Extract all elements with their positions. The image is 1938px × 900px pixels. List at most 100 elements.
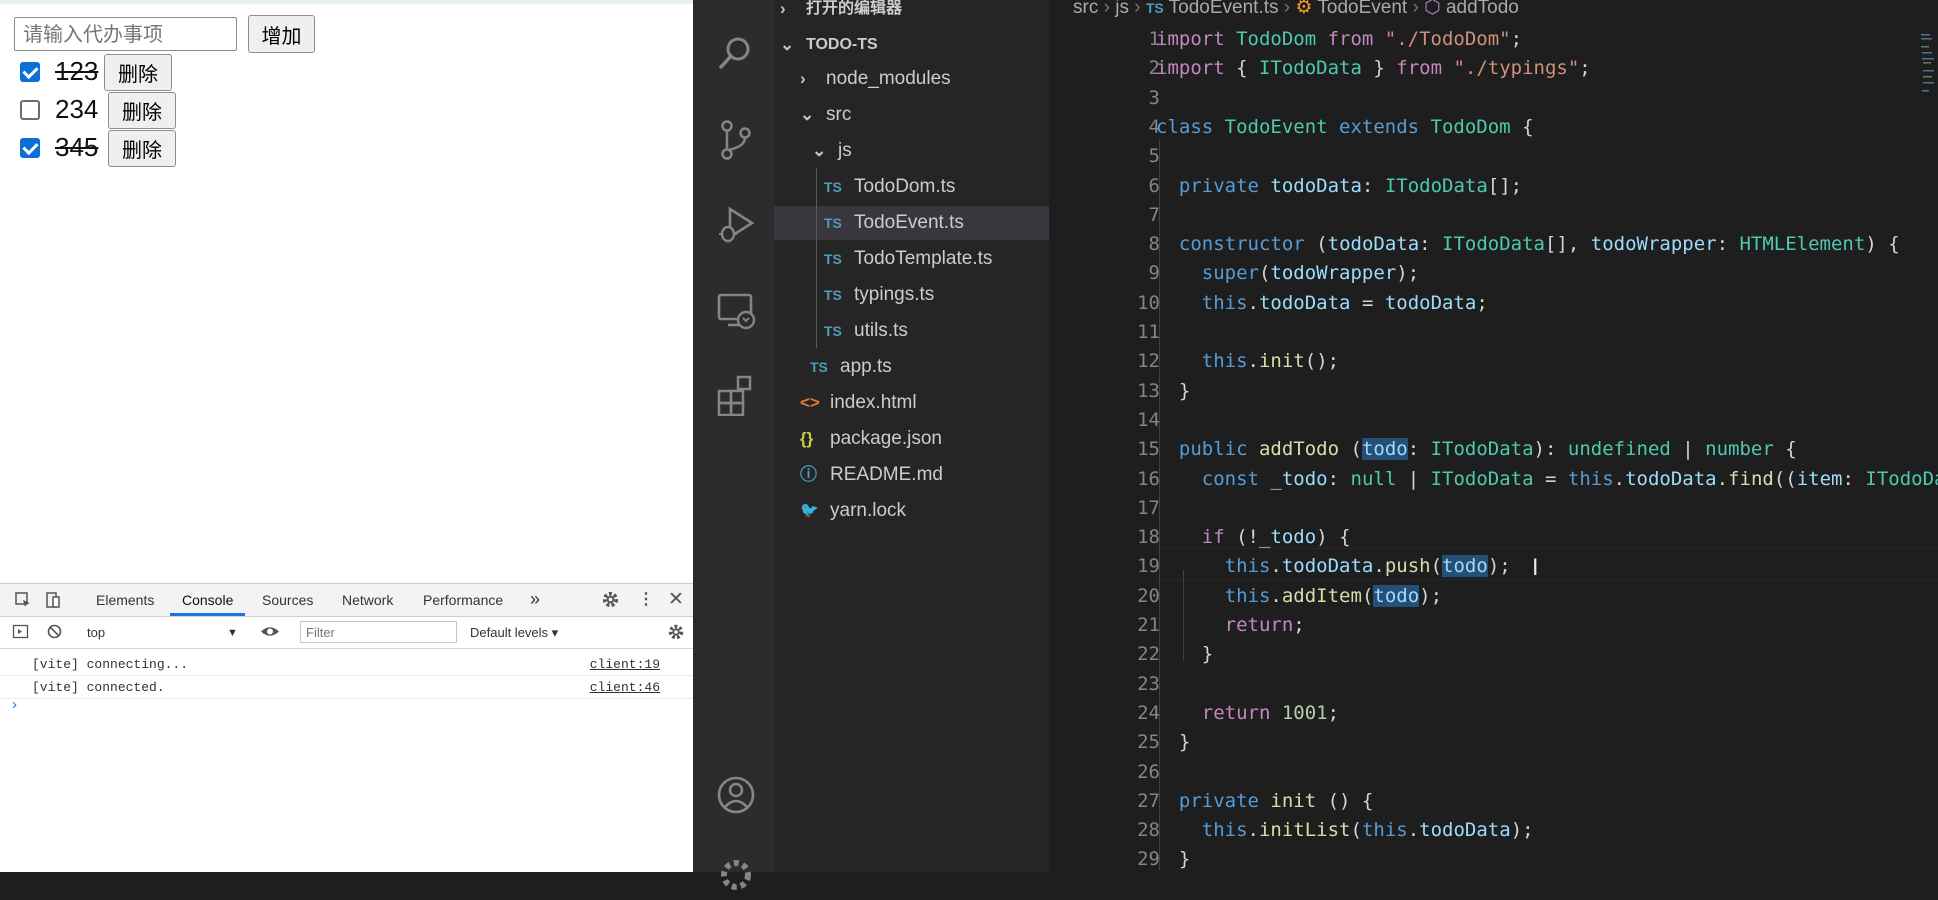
code-line[interactable]: 13 } xyxy=(1049,376,1938,405)
clear-console-icon[interactable] xyxy=(46,623,63,645)
extensions-icon[interactable] xyxy=(716,374,756,417)
breadcrumb-class[interactable]: TodoEvent xyxy=(1317,0,1407,18)
settings-gear-icon[interactable] xyxy=(601,590,620,614)
code-line[interactable]: 12 this.init(); xyxy=(1049,346,1938,375)
eye-icon[interactable] xyxy=(260,623,280,645)
code-editor[interactable]: src › js › TS TodoEvent.ts › ⚙ TodoEvent… xyxy=(1049,0,1938,872)
explorer-item-node-modules[interactable]: › node_modules xyxy=(774,62,1049,96)
code-line[interactable]: 11 xyxy=(1049,317,1938,346)
log-source-link[interactable]: client:46 xyxy=(590,680,660,695)
line-number: 26 xyxy=(1137,760,1160,783)
code-line[interactable]: 24 return 1001; xyxy=(1049,698,1938,727)
code-line[interactable]: 4 class TodoEvent extends TodoDom { xyxy=(1049,112,1938,141)
console-settings-icon[interactable] xyxy=(667,623,685,646)
browser-top-border xyxy=(0,0,693,4)
open-editors-section[interactable]: › 打开的编辑器 xyxy=(774,0,1049,26)
code-line[interactable]: 27 private init () { xyxy=(1049,786,1938,815)
code-line[interactable]: 8 constructor (todoData: ITodoData[], to… xyxy=(1049,229,1938,258)
close-devtools-icon[interactable]: ✕ xyxy=(668,588,684,611)
explorer-item-app-ts[interactable]: TS app.ts xyxy=(774,350,1049,384)
code-line[interactable]: 20 this.addItem(todo); xyxy=(1049,581,1938,610)
code-line[interactable]: 26 xyxy=(1049,757,1938,786)
context-dropdown-icon[interactable]: ▼ xyxy=(227,627,238,639)
tree-indent-guide xyxy=(816,168,817,348)
device-toolbar-icon[interactable] xyxy=(44,591,62,614)
code-line[interactable]: 10 this.todoData = todoData; xyxy=(1049,288,1938,317)
log-source-link[interactable]: client:19 xyxy=(590,657,660,672)
code-line[interactable]: 6 private todoData: ITodoData[]; xyxy=(1049,171,1938,200)
code-line[interactable]: 15 public addTodo (todo: ITodoData): und… xyxy=(1049,434,1938,463)
code-line[interactable]: 23 xyxy=(1049,669,1938,698)
code-line[interactable]: 5 xyxy=(1049,141,1938,170)
filter-input[interactable] xyxy=(300,621,457,643)
code-token: : xyxy=(1842,467,1866,490)
code-token: ITodoData xyxy=(1384,174,1488,197)
todo-checkbox[interactable] xyxy=(20,138,40,158)
explorer-item-index-html[interactable]: <> index.html xyxy=(774,386,1049,420)
explorer-item-readme-md[interactable]: ⓘ README.md xyxy=(774,458,1049,492)
devtools-tab-elements[interactable]: Elements xyxy=(96,592,154,608)
project-section[interactable]: ⌄ TODO-TS xyxy=(774,28,1049,62)
explorer-item-label: index.html xyxy=(830,392,917,413)
explorer-item-js[interactable]: ⌄ js xyxy=(774,134,1049,168)
remote-explorer-icon[interactable] xyxy=(716,290,756,330)
context-select[interactable]: top xyxy=(87,625,105,640)
explorer-item-src[interactable]: ⌄ src xyxy=(774,98,1049,132)
devtools-tab-performance[interactable]: Performance xyxy=(423,592,503,608)
search-icon[interactable] xyxy=(716,33,756,73)
devtools-tab-console[interactable]: Console xyxy=(182,592,233,608)
sidebar-toggle-icon[interactable] xyxy=(12,623,29,645)
log-levels-select[interactable]: Default levels ▾ xyxy=(470,625,558,641)
todo-checkbox[interactable] xyxy=(20,100,40,120)
code-line[interactable]: 21 return; xyxy=(1049,610,1938,639)
delete-button[interactable]: 删除 xyxy=(104,54,172,91)
delete-button[interactable]: 删除 xyxy=(108,92,176,129)
run-debug-icon[interactable] xyxy=(716,203,756,243)
console-toolbar: top ▼ Default levels ▾ xyxy=(0,617,693,649)
account-icon[interactable] xyxy=(716,775,756,815)
code-line[interactable]: 2 import { ITodoData } from "./typings"; xyxy=(1049,53,1938,82)
code-token: . xyxy=(1716,467,1729,490)
code-token: ) { xyxy=(1865,233,1900,256)
code-token: addTodo xyxy=(1258,438,1351,461)
code-line[interactable]: 14 xyxy=(1049,405,1938,434)
line-number: 14 xyxy=(1137,408,1160,431)
devtools-tab-network[interactable]: Network xyxy=(342,592,393,608)
code-token: _todo xyxy=(1270,467,1328,490)
console-prompt[interactable]: › xyxy=(12,696,17,713)
inspect-icon[interactable] xyxy=(14,591,32,614)
code-line[interactable]: 18 if (!_todo) { xyxy=(1049,522,1938,551)
kebab-menu-icon[interactable]: ⋮ xyxy=(638,589,654,609)
code-line[interactable]: 3 xyxy=(1049,83,1938,112)
code-line[interactable]: 16 const _todo: null | ITodoData = this.… xyxy=(1049,464,1938,493)
delete-button[interactable]: 删除 xyxy=(108,130,176,167)
code-text: } xyxy=(1156,643,1213,665)
explorer-item-package-json[interactable]: {} package.json xyxy=(774,422,1049,456)
devtools-tab-sources[interactable]: Sources xyxy=(262,592,313,608)
code-line[interactable]: 19 this.todoData.push(todo); xyxy=(1049,551,1938,580)
breadcrumb-method[interactable]: addTodo xyxy=(1446,0,1519,18)
code-line[interactable]: 22 } xyxy=(1049,639,1938,668)
breadcrumb-file[interactable]: TodoEvent.ts xyxy=(1169,0,1279,18)
code-token: const xyxy=(1201,467,1271,490)
manage-gear-icon[interactable] xyxy=(716,855,756,895)
code-line[interactable]: 17 xyxy=(1049,493,1938,522)
code-line[interactable]: 25 } xyxy=(1049,727,1938,756)
code-line[interactable]: 29 } xyxy=(1049,844,1938,872)
code-line[interactable]: 9 super(todoWrapper); xyxy=(1049,258,1938,287)
minimap[interactable] xyxy=(1920,30,1935,100)
more-tabs-button[interactable]: » xyxy=(530,589,540,610)
todo-input[interactable] xyxy=(14,17,237,51)
breadcrumb-src[interactable]: src xyxy=(1073,0,1098,18)
code-token: : xyxy=(1327,467,1351,490)
code-token: init xyxy=(1270,789,1328,812)
todo-checkbox[interactable] xyxy=(20,62,40,82)
add-button[interactable]: 增加 xyxy=(248,15,315,53)
explorer-item-yarn-lock[interactable]: 🐦 yarn.lock xyxy=(774,494,1049,528)
code-line[interactable]: 1 import TodoDom from "./TodoDom"; xyxy=(1049,24,1938,53)
code-line[interactable]: 7 xyxy=(1049,200,1938,229)
code-line[interactable]: 28 this.initList(this.todoData); xyxy=(1049,815,1938,844)
breadcrumb-js[interactable]: js xyxy=(1115,0,1129,18)
source-control-icon[interactable] xyxy=(716,118,756,160)
